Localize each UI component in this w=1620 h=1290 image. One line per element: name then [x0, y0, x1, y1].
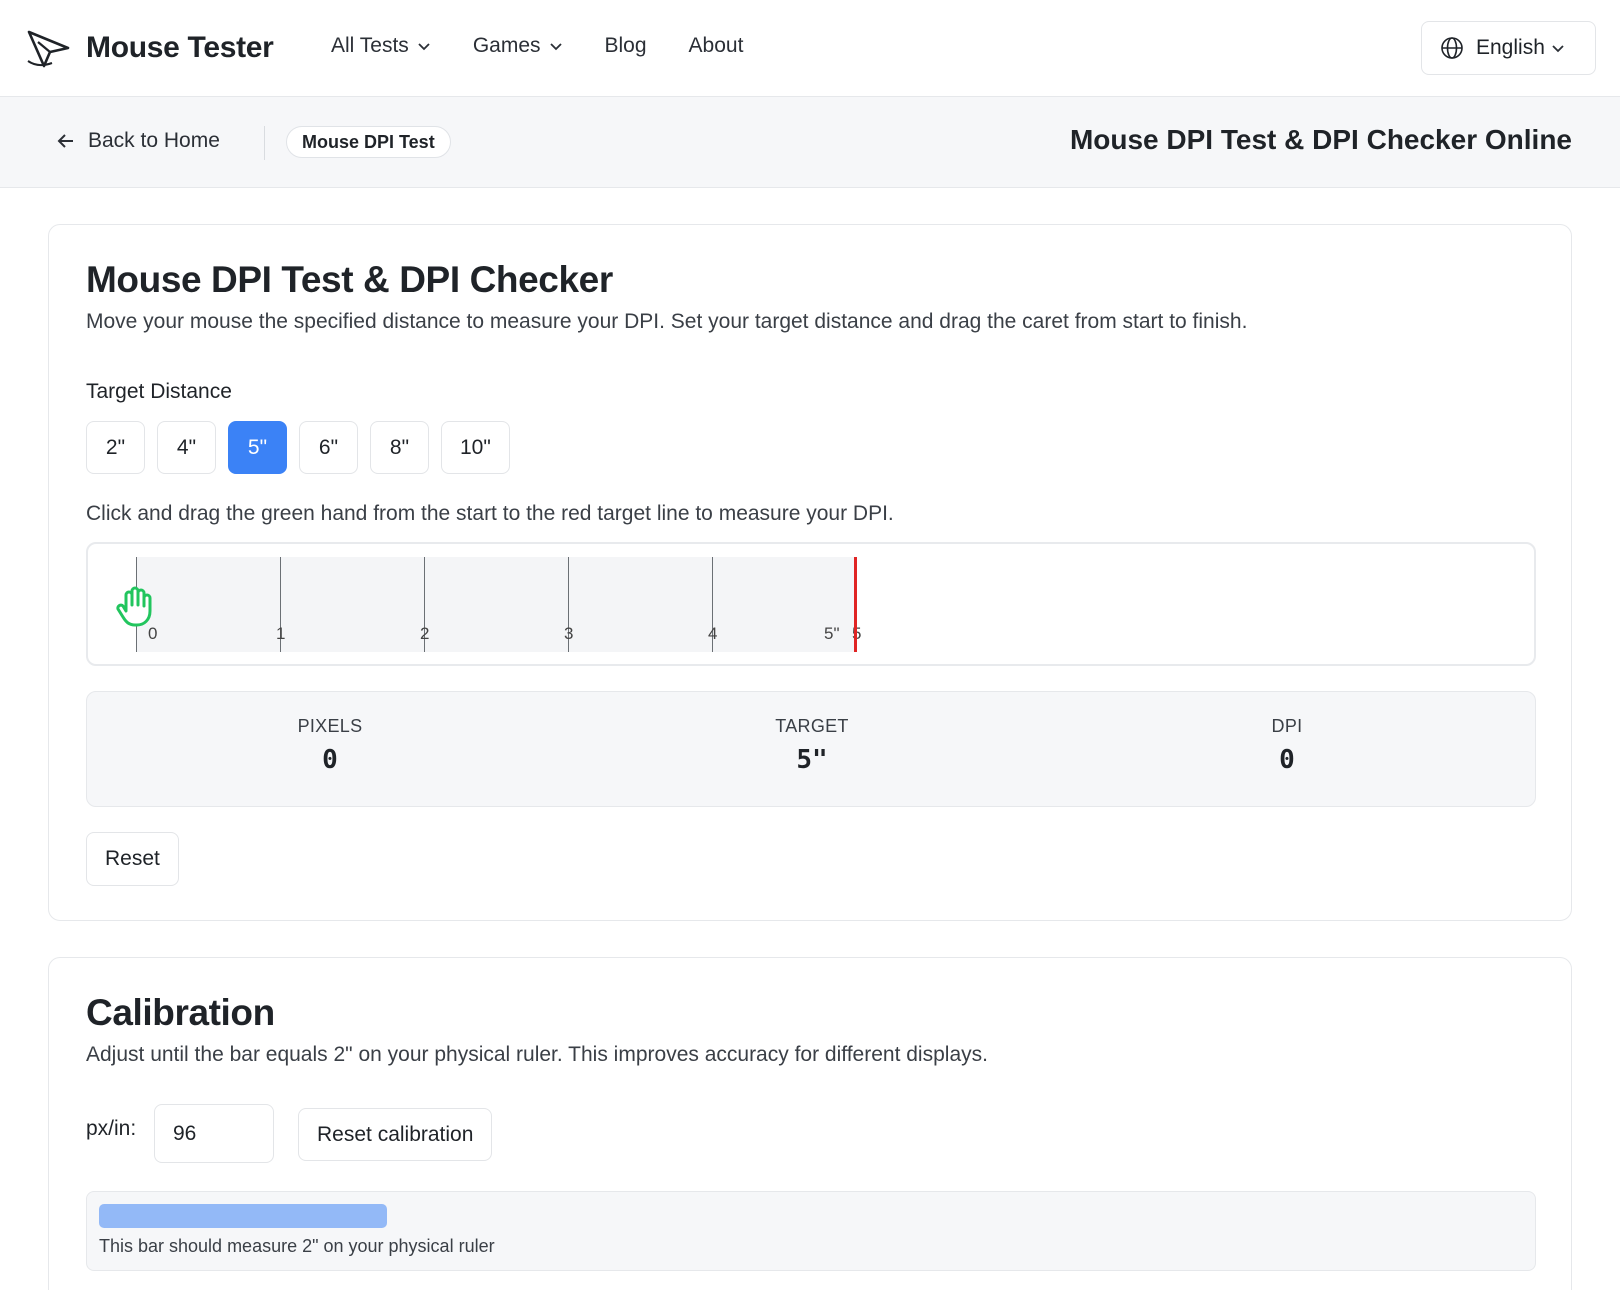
dpi-card-title: Mouse DPI Test & DPI Checker [86, 259, 613, 300]
distance-options: 2" 4" 5" 6" 8" 10" [86, 421, 510, 474]
ruler-tick-label: 4 [708, 624, 718, 643]
target-label: 5" [824, 624, 840, 643]
calibration-bar-box: This bar should measure 2" on your physi… [86, 1191, 1536, 1271]
reset-button[interactable]: Reset [86, 832, 179, 886]
globe-icon [1441, 37, 1463, 59]
dpi-stats-panel: PIXELS 0 TARGET 5" DPI 0 [86, 691, 1536, 807]
pxin-label: px/in: [86, 1117, 137, 1140]
back-to-home-link[interactable]: Back to Home [56, 129, 220, 153]
pxin-input[interactable] [154, 1104, 274, 1163]
nav-all-tests-label: All Tests [331, 34, 409, 57]
stat-target-value: 5" [796, 745, 828, 775]
dpi-card-description: Move your mouse the specified distance t… [86, 310, 1248, 333]
ruler-tick-label: 1 [276, 624, 286, 643]
green-hand-drag-handle-icon[interactable] [112, 581, 160, 629]
distance-8-button[interactable]: 8" [370, 421, 429, 474]
breadcrumb-bar: Back to Home Mouse DPI Test Mouse DPI Te… [0, 97, 1620, 188]
distance-10-button[interactable]: 10" [441, 421, 510, 474]
drag-instruction: Click and drag the green hand from the s… [86, 502, 894, 525]
stat-pixels: PIXELS 0 [230, 716, 430, 775]
calibration-bar-note: This bar should measure 2" on your physi… [99, 1236, 495, 1256]
ruler-tick-label: 3 [564, 624, 574, 643]
ruler-track: 0 1 2 3 4 5" 5 [136, 557, 861, 652]
chevron-down-icon [1552, 45, 1564, 53]
stat-dpi: DPI 0 [1187, 716, 1387, 775]
chevron-down-icon [418, 43, 430, 51]
calibration-card: Calibration Adjust until the bar equals … [48, 957, 1572, 1290]
calibration-title: Calibration [86, 992, 275, 1033]
nav-about[interactable]: About [689, 34, 744, 58]
main-nav: All Tests Games Blog About [331, 34, 785, 58]
nav-all-tests[interactable]: All Tests [331, 34, 431, 58]
stat-dpi-label: DPI [1271, 716, 1303, 736]
chevron-down-icon [549, 43, 562, 51]
nav-blog-label: Blog [604, 34, 647, 57]
ruler-tick-label: 2 [420, 624, 430, 643]
nav-about-label: About [688, 34, 744, 57]
language-label: English [1476, 36, 1545, 59]
brand-logo-link[interactable]: Mouse Tester [26, 28, 274, 68]
calibration-description: Adjust until the bar equals 2" on your p… [86, 1043, 988, 1066]
red-target-line [854, 557, 857, 652]
nav-blog[interactable]: Blog [605, 34, 647, 58]
stat-target: TARGET 5" [712, 716, 912, 775]
distance-6-button[interactable]: 6" [299, 421, 358, 474]
nav-games[interactable]: Games [473, 34, 563, 58]
divider [264, 126, 265, 160]
stat-target-label: TARGET [775, 716, 849, 736]
brand-name: Mouse Tester [86, 31, 274, 64]
calibration-bar [99, 1204, 387, 1228]
dpi-test-card: Mouse DPI Test & DPI Checker Move your m… [48, 224, 1572, 921]
back-label: Back to Home [88, 129, 220, 152]
distance-2-button[interactable]: 2" [86, 421, 145, 474]
reset-calibration-button[interactable]: Reset calibration [298, 1108, 493, 1161]
stat-dpi-value: 0 [1279, 745, 1295, 775]
arrow-left-icon [57, 134, 73, 148]
distance-5-button[interactable]: 5" [228, 421, 287, 474]
page-title: Mouse DPI Test & DPI Checker Online [1069, 124, 1572, 155]
breadcrumb-current: Mouse DPI Test [286, 126, 451, 158]
stat-pixels-label: PIXELS [297, 716, 363, 736]
cursor-logo-icon [27, 30, 70, 68]
language-selector[interactable]: English [1421, 21, 1596, 75]
distance-4-button[interactable]: 4" [157, 421, 216, 474]
dpi-ruler-area[interactable]: 0 1 2 3 4 5" 5 [86, 542, 1536, 666]
stat-pixels-value: 0 [322, 745, 338, 775]
nav-games-label: Games [472, 34, 541, 57]
target-distance-label: Target Distance [86, 380, 232, 403]
top-navigation: Mouse Tester All Tests Games Blog About … [0, 0, 1620, 97]
